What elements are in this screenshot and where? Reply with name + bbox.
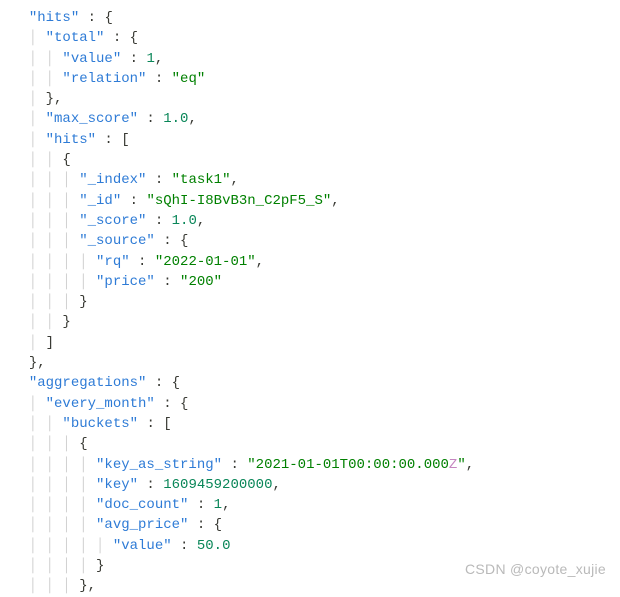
key-avg-price: "avg_price" — [96, 517, 188, 533]
key-every-month: "every_month" — [46, 396, 155, 412]
value-1: 1 — [146, 51, 154, 67]
key-relation: "relation" — [62, 71, 146, 87]
key-source: "_source" — [79, 233, 155, 249]
key-key-as-string: "key_as_string" — [96, 457, 222, 473]
key-doc-count: "doc_count" — [96, 497, 188, 513]
value-score: 1.0 — [172, 213, 197, 229]
json-code-block: "hits" : { │ "total" : { │ │ "value" : 1… — [12, 8, 608, 597]
key-id: "_id" — [79, 193, 121, 209]
value-price: "200" — [180, 274, 222, 290]
key-key: "key" — [96, 477, 138, 493]
key-hits: "hits" — [29, 10, 79, 26]
key-hits-array: "hits" — [46, 132, 96, 148]
value-eq: "eq" — [172, 71, 206, 87]
key-aggregations: "aggregations" — [29, 375, 147, 391]
key-total: "total" — [46, 30, 105, 46]
value-doc-count: 1 — [214, 497, 222, 513]
key-index: "_index" — [79, 172, 146, 188]
value-id: "sQhI-I8BvB3n_C2pF5_S" — [146, 193, 331, 209]
key-score: "_score" — [79, 213, 146, 229]
key-max-score: "max_score" — [46, 111, 138, 127]
value-max-score: 1.0 — [163, 111, 188, 127]
key-value: "value" — [62, 51, 121, 67]
key-rq: "rq" — [96, 254, 130, 270]
key-price: "price" — [96, 274, 155, 290]
value-task1: "task1" — [172, 172, 231, 188]
value-key-as-string: "2021-01-01T00:00:00.000 — [247, 457, 449, 473]
key-avg-value: "value" — [113, 538, 172, 554]
value-rq: "2022-01-01" — [155, 254, 256, 270]
value-avg: 50.0 — [197, 538, 231, 554]
key-buckets: "buckets" — [62, 416, 138, 432]
value-key: 1609459200000 — [163, 477, 272, 493]
